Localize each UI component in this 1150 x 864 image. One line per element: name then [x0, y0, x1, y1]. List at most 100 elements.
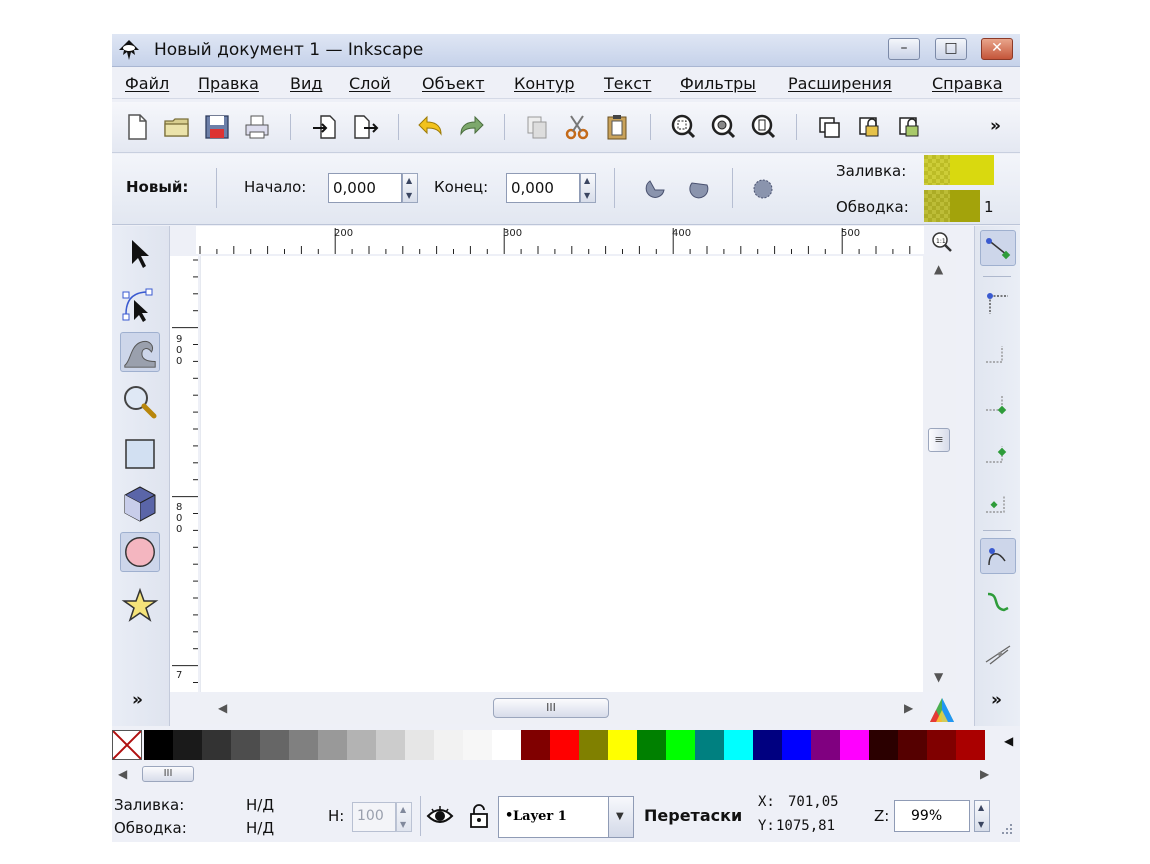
- no-paint-swatch[interactable]: [112, 730, 142, 760]
- undo-icon[interactable]: [416, 112, 446, 142]
- closed-arc-icon[interactable]: [686, 176, 712, 202]
- horizontal-scroll-thumb[interactable]: III: [493, 698, 609, 718]
- vertical-ruler[interactable]: 900 800 7: [170, 256, 198, 692]
- opacity-input[interactable]: 100: [352, 802, 396, 832]
- palette-swatch[interactable]: [869, 730, 898, 760]
- scroll-right-arrow-icon[interactable]: ▶: [980, 767, 989, 781]
- palette-swatch[interactable]: [753, 730, 782, 760]
- duplicate-icon[interactable]: [522, 112, 552, 142]
- menu-view[interactable]: Вид: [290, 74, 322, 93]
- palette-scrollbar[interactable]: ◀ III ▶: [112, 762, 992, 786]
- menu-path[interactable]: Контур: [514, 74, 575, 93]
- group-icon[interactable]: [814, 112, 844, 142]
- snap-bbox-icon[interactable]: [980, 284, 1016, 320]
- palette-swatch[interactable]: [898, 730, 927, 760]
- scroll-right-arrow-icon[interactable]: ▶: [904, 701, 913, 715]
- menu-extensions[interactable]: Расширения: [788, 74, 892, 93]
- node-editor-icon[interactable]: [120, 284, 160, 324]
- palette-swatch[interactable]: [405, 730, 434, 760]
- layer-dropdown-button[interactable]: ▼: [608, 796, 634, 838]
- palette-swatch[interactable]: [608, 730, 637, 760]
- status-fill-value[interactable]: Н/Д: [246, 796, 274, 814]
- lock-icon[interactable]: [854, 112, 884, 142]
- menu-file[interactable]: Файл: [125, 74, 169, 93]
- drawing-canvas[interactable]: [200, 256, 923, 692]
- palette-swatch[interactable]: [927, 730, 956, 760]
- close-button[interactable]: ✕: [981, 38, 1013, 60]
- zoom-page-icon[interactable]: [748, 112, 778, 142]
- snap-intersections-icon[interactable]: [980, 636, 1016, 672]
- snap-bbox-midpoints-icon[interactable]: [980, 436, 1016, 472]
- snapbar-more-button[interactable]: »: [991, 690, 1002, 710]
- vertical-scroll-thumb[interactable]: ≡: [928, 428, 950, 452]
- scroll-down-arrow-icon[interactable]: ▼: [934, 670, 943, 684]
- palette-swatch[interactable]: [840, 730, 869, 760]
- title-bar[interactable]: Новый документ 1 — Inkscape – □ ✕: [112, 34, 1020, 67]
- menu-text[interactable]: Текст: [604, 74, 651, 93]
- maximize-button[interactable]: □: [935, 38, 967, 60]
- open-arc-icon[interactable]: [642, 176, 668, 202]
- snap-bbox-edges-icon[interactable]: [980, 336, 1016, 372]
- palette-swatch[interactable]: [550, 730, 579, 760]
- vertical-scrollbar[interactable]: ▲ ≡ ▼: [924, 256, 956, 692]
- zoom-1-1-icon[interactable]: 1:1: [930, 230, 954, 254]
- palette-menu-icon[interactable]: ◀: [1004, 734, 1013, 748]
- color-management-icon[interactable]: [928, 696, 956, 724]
- palette-swatch[interactable]: [260, 730, 289, 760]
- snap-bbox-center-icon[interactable]: [980, 486, 1016, 522]
- palette-swatch[interactable]: [956, 730, 985, 760]
- palette-swatch[interactable]: [289, 730, 318, 760]
- status-stroke-value[interactable]: Н/Д: [246, 819, 274, 837]
- menu-filters[interactable]: Фильтры: [680, 74, 756, 93]
- tweak-tool-button[interactable]: [120, 332, 160, 372]
- end-angle-stepper[interactable]: ▲ ▼: [580, 173, 596, 203]
- palette-swatch[interactable]: [811, 730, 840, 760]
- resize-grip-icon[interactable]: [998, 820, 1014, 836]
- eye-visibility-icon[interactable]: [426, 804, 454, 828]
- make-whole-icon[interactable]: [750, 176, 776, 202]
- palette-swatch[interactable]: [637, 730, 666, 760]
- new-document-icon[interactable]: [122, 112, 152, 142]
- palette-swatch[interactable]: [492, 730, 521, 760]
- zoom-input[interactable]: 99%: [894, 800, 970, 832]
- rectangle-icon[interactable]: [120, 434, 160, 474]
- menu-object[interactable]: Объект: [422, 74, 485, 93]
- opacity-stepper[interactable]: ▲ ▼: [396, 802, 412, 832]
- palette-swatch[interactable]: [724, 730, 753, 760]
- import-icon[interactable]: [310, 112, 340, 142]
- print-icon[interactable]: [242, 112, 272, 142]
- palette-swatch[interactable]: [695, 730, 724, 760]
- 3d-box-icon[interactable]: [120, 484, 160, 524]
- zoom-magnifier-icon[interactable]: [120, 382, 160, 422]
- scroll-left-arrow-icon[interactable]: ◀: [218, 701, 227, 715]
- toolbar-more-button[interactable]: »: [990, 116, 1001, 136]
- palette-swatch[interactable]: [521, 730, 550, 760]
- snap-toggle-button[interactable]: [980, 230, 1016, 266]
- palette-swatch[interactable]: [463, 730, 492, 760]
- palette-scroll-thumb[interactable]: III: [142, 766, 194, 782]
- palette-swatch[interactable]: [782, 730, 811, 760]
- toolbox-more-button[interactable]: »: [132, 690, 143, 710]
- zoom-stepper[interactable]: ▲ ▼: [974, 800, 990, 832]
- selector-arrow-icon[interactable]: [120, 234, 160, 274]
- open-folder-icon[interactable]: [162, 112, 192, 142]
- palette-swatch[interactable]: [579, 730, 608, 760]
- end-angle-input[interactable]: [506, 173, 580, 203]
- palette-swatch[interactable]: [202, 730, 231, 760]
- palette-swatch[interactable]: [144, 730, 173, 760]
- unlock-icon[interactable]: [894, 112, 924, 142]
- menu-layer[interactable]: Слой: [349, 74, 391, 93]
- zoom-selection-icon[interactable]: [668, 112, 698, 142]
- scroll-left-arrow-icon[interactable]: ◀: [118, 767, 127, 781]
- cut-icon[interactable]: [562, 112, 592, 142]
- palette-swatch[interactable]: [173, 730, 202, 760]
- ellipse-tool-button[interactable]: [120, 532, 160, 572]
- scroll-up-arrow-icon[interactable]: ▲: [934, 262, 943, 276]
- palette-swatch[interactable]: [231, 730, 260, 760]
- start-angle-input[interactable]: [328, 173, 402, 203]
- palette-swatch[interactable]: [347, 730, 376, 760]
- stroke-color-swatch[interactable]: [924, 190, 980, 222]
- start-angle-stepper[interactable]: ▲ ▼: [402, 173, 418, 203]
- minimize-button[interactable]: –: [888, 38, 920, 60]
- stroke-width-value[interactable]: 1: [984, 198, 994, 216]
